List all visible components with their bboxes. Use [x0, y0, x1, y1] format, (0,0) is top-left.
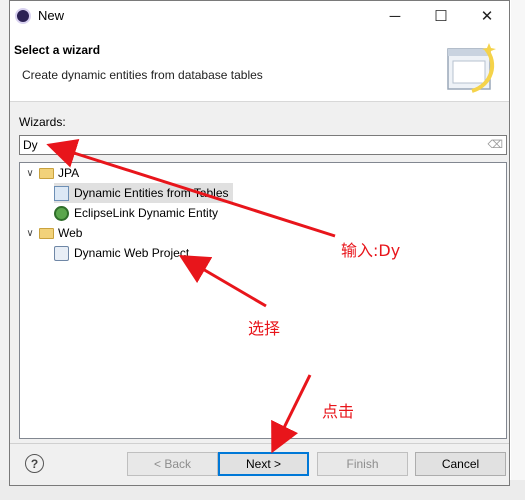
wizards-label: Wizards:	[19, 115, 66, 129]
wizard-description: Create dynamic entities from database ta…	[22, 68, 263, 82]
filter-value: Dy	[23, 138, 38, 152]
chevron-down-icon[interactable]: ∨	[24, 168, 36, 179]
folder-icon	[39, 167, 54, 179]
annotation-input: 输入:Dy	[341, 241, 401, 260]
wizard-title: Select a wizard	[14, 43, 101, 57]
tree-item-eclipselink-entity[interactable]: EclipseLink Dynamic Entity	[54, 203, 218, 223]
jpa-entities-icon	[54, 185, 69, 201]
wizard-header	[10, 31, 509, 102]
tree-group-web[interactable]: ∨ Web	[24, 223, 82, 243]
back-button[interactable]: < Back	[127, 452, 218, 476]
eclipselink-icon	[54, 205, 69, 221]
background-app-right	[511, 0, 525, 500]
annotation-click: 点击	[322, 402, 355, 421]
minimize-button[interactable]: ─	[372, 1, 418, 31]
help-icon[interactable]: ?	[25, 454, 44, 473]
button-bar-divider	[10, 443, 509, 444]
maximize-button[interactable]: ☐	[418, 1, 464, 31]
tree-group-label: Web	[58, 226, 83, 240]
web-project-icon	[54, 245, 69, 261]
tree-item-label: Dynamic Web Project	[74, 246, 190, 260]
title-bar: New ─ ☐ ✕	[10, 1, 509, 31]
tree-group-label: JPA	[58, 166, 80, 180]
finish-button[interactable]: Finish	[317, 452, 408, 476]
wizard-filter-input[interactable]: Dy ⌫	[19, 135, 507, 155]
next-button[interactable]: Next >	[218, 452, 309, 476]
eclipse-icon	[15, 8, 31, 24]
annotation-select: 选择	[248, 319, 281, 338]
tree-group-jpa[interactable]: ∨ JPA	[24, 163, 79, 183]
wizard-tree: ∨ JPA Dynamic Entities from Tables Eclip…	[19, 162, 507, 439]
tree-item-label: EclipseLink Dynamic Entity	[74, 206, 219, 220]
background-app-left	[0, 0, 9, 500]
new-wizard-dialog: New ─ ☐ ✕ Select a wizard Create dynamic…	[9, 0, 510, 486]
folder-icon	[39, 227, 54, 239]
wizard-banner-icon	[447, 43, 496, 93]
tree-item-dynamic-web-project[interactable]: Dynamic Web Project	[54, 243, 189, 263]
cancel-button[interactable]: Cancel	[415, 452, 506, 476]
window-title: New	[38, 8, 65, 23]
tree-item-label: Dynamic Entities from Tables	[74, 186, 229, 200]
close-button[interactable]: ✕	[464, 1, 509, 31]
tree-item-dynamic-entities[interactable]: Dynamic Entities from Tables	[54, 183, 233, 203]
chevron-down-icon[interactable]: ∨	[24, 228, 36, 239]
eraser-icon[interactable]: ⌫	[487, 138, 503, 151]
